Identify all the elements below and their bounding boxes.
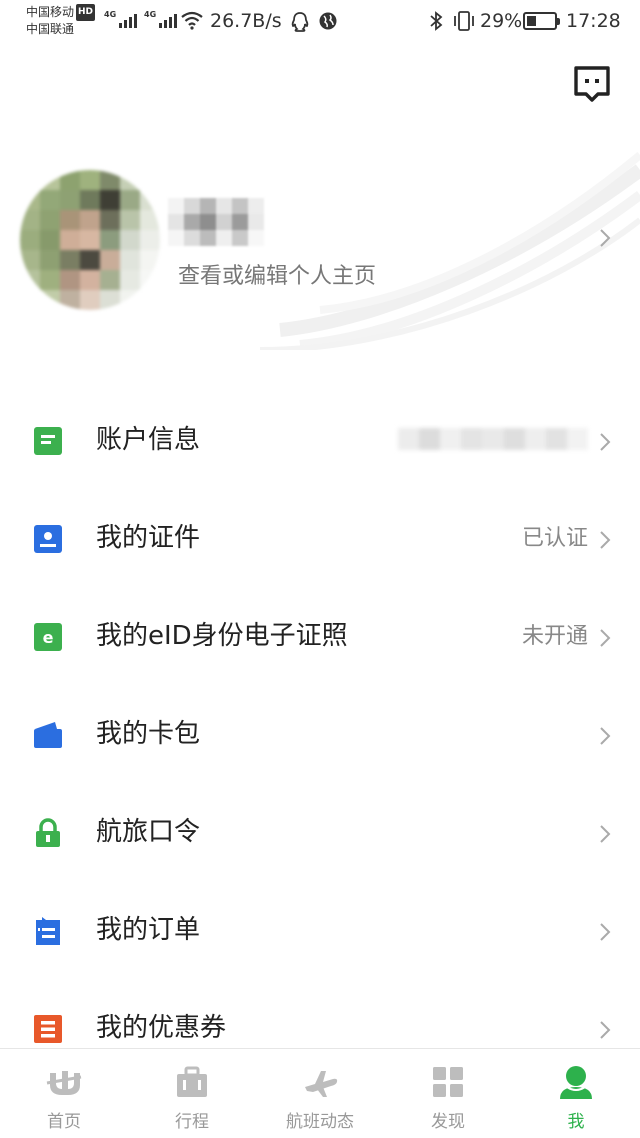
menu-item-my-documents[interactable]: 我的证件 已认证 bbox=[0, 490, 640, 588]
account-value-blurred bbox=[398, 428, 588, 450]
menu-item-value: 未开通 bbox=[521, 624, 588, 649]
chevron-right-icon bbox=[600, 229, 611, 247]
account-info-icon bbox=[34, 427, 62, 455]
battery-icon bbox=[523, 12, 560, 30]
menu-item-account-info[interactable]: 账户信息 bbox=[0, 392, 640, 490]
avatar[interactable] bbox=[20, 170, 160, 310]
tab-home[interactable]: 首页 bbox=[0, 1049, 128, 1138]
menu-item-label: 我的卡包 bbox=[96, 719, 201, 749]
chevron-right-icon bbox=[600, 531, 611, 549]
chevron-right-icon bbox=[600, 727, 611, 745]
tab-me[interactable]: 我 bbox=[512, 1049, 640, 1138]
chevron-right-icon bbox=[600, 433, 611, 451]
tab-label: 我 bbox=[567, 1112, 585, 1132]
status-bar: 中国移动 HD 中国联通 4G 4G 26.7B/s 29% 17:28 bbox=[0, 0, 640, 46]
menu-item-travel-password[interactable]: 航旅口令 bbox=[0, 784, 640, 882]
battery-percent: 29% bbox=[480, 10, 523, 32]
bottom-tab-bar: 首页 行程 航班动态 发现 我 bbox=[0, 1048, 640, 1138]
order-icon bbox=[36, 917, 60, 945]
menu-item-card-wallet[interactable]: 我的卡包 bbox=[0, 686, 640, 784]
bluetooth-icon bbox=[430, 11, 443, 31]
id-card-icon bbox=[34, 525, 62, 553]
airplane-icon bbox=[305, 1071, 338, 1097]
settings-menu: 账户信息 我的证件 已认证 e 我的eID身份电子证照 未开通 我的卡包 航旅口… bbox=[0, 392, 640, 1078]
coupon-icon bbox=[34, 1015, 62, 1043]
globe-icon bbox=[319, 12, 337, 30]
signal-icon: 4G bbox=[104, 10, 138, 28]
eid-icon: e bbox=[34, 623, 62, 651]
svg-text:e: e bbox=[43, 628, 54, 647]
clock: 17:28 bbox=[566, 10, 621, 32]
profile-subtitle: 查看或编辑个人主页 bbox=[178, 264, 377, 289]
tab-label: 首页 bbox=[47, 1112, 81, 1132]
profile-card[interactable]: 查看或编辑个人主页 bbox=[0, 150, 640, 350]
card-wallet-icon bbox=[34, 722, 62, 748]
menu-item-label: 我的订单 bbox=[96, 915, 201, 945]
qq-icon bbox=[291, 12, 309, 32]
network-type-1: 4G bbox=[104, 10, 117, 19]
nickname-blurred bbox=[168, 198, 264, 246]
tab-flight-status[interactable]: 航班动态 bbox=[256, 1049, 384, 1138]
signal-icon: 4G bbox=[144, 10, 178, 28]
menu-item-eid[interactable]: e 我的eID身份电子证照 未开通 bbox=[0, 588, 640, 686]
menu-item-label: 我的eID身份电子证照 bbox=[96, 621, 348, 651]
carrier-info: 中国移动 HD 中国联通 bbox=[26, 4, 96, 38]
network-speed: 26.7B/s bbox=[210, 10, 282, 32]
chevron-right-icon bbox=[600, 1021, 611, 1039]
vibrate-icon bbox=[454, 11, 474, 31]
menu-item-label: 账户信息 bbox=[96, 425, 201, 455]
menu-item-value: 已认证 bbox=[521, 526, 588, 551]
tab-label: 航班动态 bbox=[286, 1112, 354, 1132]
menu-item-label: 我的证件 bbox=[96, 523, 201, 553]
chat-message-icon[interactable] bbox=[572, 64, 612, 104]
chevron-right-icon bbox=[600, 923, 611, 941]
chevron-right-icon bbox=[600, 825, 611, 843]
chevron-right-icon bbox=[600, 629, 611, 647]
menu-item-label: 航旅口令 bbox=[96, 817, 201, 847]
lock-icon bbox=[36, 818, 60, 847]
menu-item-label: 我的优惠券 bbox=[96, 1013, 227, 1043]
hd-badge: HD bbox=[76, 4, 96, 21]
carrier-1: 中国移动 bbox=[26, 5, 75, 19]
person-icon bbox=[560, 1066, 592, 1099]
network-type-2: 4G bbox=[144, 10, 157, 19]
menu-item-my-orders[interactable]: 我的订单 bbox=[0, 882, 640, 980]
tab-label: 行程 bbox=[175, 1112, 209, 1132]
home-logo-icon bbox=[46, 1071, 82, 1095]
wifi-icon bbox=[181, 11, 203, 30]
tab-itinerary[interactable]: 行程 bbox=[128, 1049, 256, 1138]
tab-label: 发现 bbox=[431, 1112, 465, 1132]
grid-icon bbox=[433, 1067, 463, 1097]
tab-discover[interactable]: 发现 bbox=[384, 1049, 512, 1138]
decorative-swoosh bbox=[260, 151, 640, 350]
carrier-2: 中国联通 bbox=[26, 22, 75, 36]
briefcase-icon bbox=[177, 1066, 207, 1097]
